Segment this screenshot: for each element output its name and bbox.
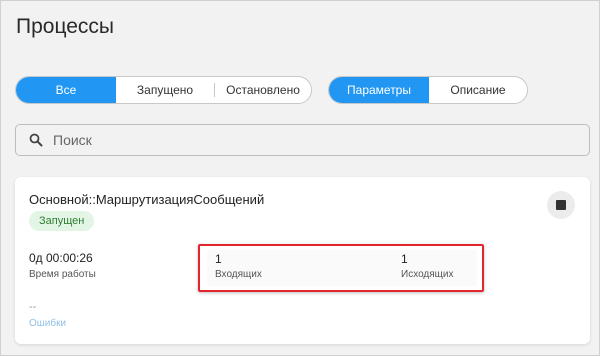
- tab-description[interactable]: Описание: [429, 77, 527, 103]
- uptime-label: Время работы: [29, 269, 96, 280]
- tab-parameters[interactable]: Параметры: [329, 77, 429, 103]
- filter-all-button[interactable]: Все: [16, 77, 116, 103]
- highlight-box: [198, 244, 484, 292]
- filter-stopped-button[interactable]: Остановлено: [215, 77, 311, 103]
- process-name: Основной::МаршрутизацияСообщений: [29, 192, 265, 207]
- search-icon: [29, 133, 43, 147]
- stop-icon: [556, 200, 566, 210]
- view-segmented-control: Параметры Описание: [328, 76, 528, 104]
- status-badge: Запущен: [29, 211, 95, 231]
- process-card: Основной::МаршрутизацияСообщений Запущен…: [15, 177, 590, 344]
- errors-link[interactable]: Ошибки: [29, 318, 66, 329]
- uptime-value: 0д 00:00:26: [29, 251, 93, 265]
- search-box: [15, 124, 590, 156]
- page-title: Процессы: [16, 15, 115, 38]
- errors-value: --: [29, 301, 37, 313]
- search-input[interactable]: [53, 132, 589, 148]
- stop-button[interactable]: [547, 191, 575, 219]
- filter-running-button[interactable]: Запущено: [116, 77, 214, 103]
- filter-segmented-control: Все Запущено Остановлено: [15, 76, 312, 104]
